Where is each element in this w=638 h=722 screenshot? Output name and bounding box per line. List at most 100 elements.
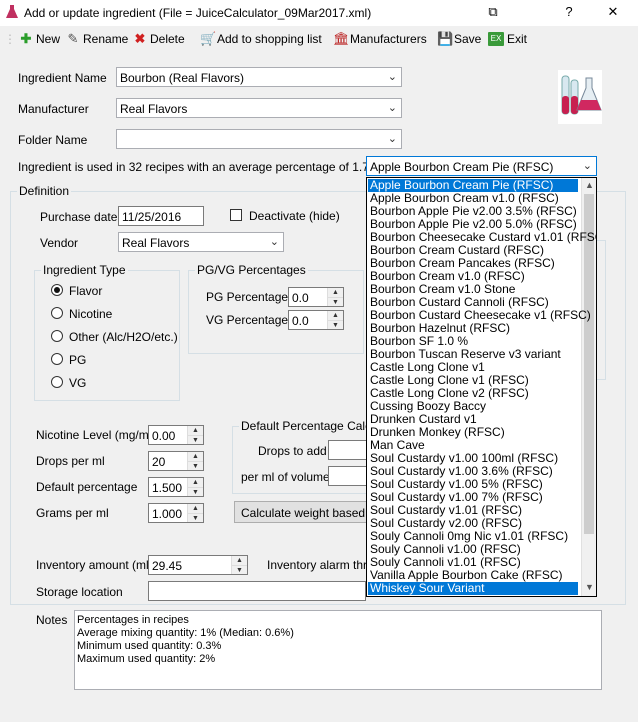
notes-label: Notes — [36, 613, 68, 627]
inventory-amount-label: Inventory amount (ml) — [36, 558, 153, 572]
dropdown-item[interactable]: Whiskey Sour Variant — [368, 582, 578, 595]
definition-title: Definition — [17, 184, 72, 198]
drops-per-ml-label: Drops per ml — [36, 454, 105, 468]
ingredient-name-combo[interactable]: Bourbon (Real Flavors) ⌄ — [116, 67, 402, 87]
spin-up-icon[interactable]: ▲ — [188, 504, 203, 513]
vg-percentage-spinner[interactable]: 0.0 ▲ ▼ — [288, 310, 344, 330]
spin-down-icon[interactable]: ▼ — [328, 320, 343, 330]
spin-up-icon[interactable]: ▲ — [232, 556, 247, 565]
spin-down-icon[interactable]: ▼ — [328, 297, 343, 307]
spin-up-icon[interactable]: ▲ — [328, 311, 343, 320]
default-percentage-spinner[interactable]: 1.500 ▲ ▼ — [148, 477, 204, 497]
chevron-down-icon: ⌄ — [269, 236, 279, 248]
usage-summary: Ingredient is used in 32 recipes with an… — [18, 160, 390, 174]
notes-line: Average mixing quantity: 1% (Median: 0.6… — [77, 627, 294, 639]
folder-name-label: Folder Name — [18, 133, 88, 147]
deactivate-checkbox[interactable] — [230, 209, 242, 221]
notes-line: Maximum used quantity: 2% — [77, 653, 216, 665]
help-button[interactable]: ? — [558, 3, 580, 21]
pgvg-title: PG/VG Percentages — [195, 263, 308, 277]
save-button[interactable]: 💾 Save — [437, 30, 481, 48]
delete-x-icon: ✖ — [134, 31, 146, 46]
radio-vg-label: VG — [69, 376, 87, 390]
spin-down-icon[interactable]: ▼ — [188, 461, 203, 471]
inventory-amount-spinner[interactable]: 29.45 ▲ ▼ — [148, 555, 248, 575]
chevron-down-icon: ⌄ — [387, 71, 397, 83]
radio-nicotine[interactable] — [51, 307, 63, 319]
folder-name-combo[interactable]: ⌄ — [116, 129, 402, 149]
shopping-cart-icon: 🛒 — [200, 31, 217, 46]
radio-other[interactable] — [51, 330, 63, 342]
storage-location-field[interactable] — [148, 581, 366, 601]
notes-textarea[interactable]: Percentages in recipes Average mixing qu… — [74, 610, 602, 690]
storage-location-label: Storage location — [36, 585, 123, 599]
pg-percentage-spinner[interactable]: 0.0 ▲ ▼ — [288, 287, 344, 307]
recipes-combo[interactable]: Apple Bourbon Cream Pie (RFSC) ⌄ — [366, 156, 597, 176]
spin-up-icon[interactable]: ▲ — [188, 426, 203, 435]
spin-up-icon[interactable]: ▲ — [188, 478, 203, 487]
purchase-date-field[interactable]: 11/25/2016 — [118, 206, 204, 226]
manufacturer-combo[interactable]: Real Flavors ⌄ — [116, 98, 402, 118]
delete-label: Delete — [150, 32, 185, 46]
notes-line: Percentages in recipes — [77, 614, 189, 626]
recipes-dropdown-list[interactable]: ▲ ▼ Apple Bourbon Cream Pie (RFSC) Apple … — [366, 177, 597, 597]
default-percentage-label: Default percentage — [36, 480, 138, 494]
grams-per-ml-value: 1.000 — [152, 507, 183, 521]
ingredient-name-value: Bourbon (Real Flavors) — [120, 71, 245, 85]
manufacturers-button[interactable]: 🏛 Manufacturers — [333, 30, 427, 48]
ingredient-name-label: Ingredient Name — [18, 71, 107, 85]
grams-per-ml-spinner[interactable]: 1.000 ▲ ▼ — [148, 503, 204, 523]
pg-percentage-label: PG Percentage — [206, 290, 289, 304]
deactivate-label: Deactivate (hide) — [249, 209, 340, 223]
vendor-combo[interactable]: Real Flavors ⌄ — [118, 232, 284, 252]
spin-down-icon[interactable]: ▼ — [188, 487, 203, 497]
default-calc-title: Default Percentage Calcul — [239, 419, 383, 433]
scroll-down-icon[interactable]: ▼ — [585, 582, 594, 592]
pg-percentage-value: 0.0 — [292, 291, 309, 305]
spin-down-icon[interactable]: ▼ — [188, 435, 203, 445]
building-icon: 🏛 — [333, 31, 350, 46]
manufacturer-label: Manufacturer — [18, 102, 89, 116]
per-ml-label: per ml of volume — [241, 470, 330, 484]
manufacturers-label: Manufacturers — [350, 32, 427, 46]
scroll-thumb[interactable] — [584, 194, 594, 534]
nicotine-level-spinner[interactable]: 0.00 ▲ ▼ — [148, 425, 204, 445]
calculate-weight-button[interactable]: Calculate weight based on — [234, 501, 382, 523]
default-percentage-value: 1.500 — [152, 481, 183, 495]
rename-label: Rename — [83, 32, 129, 46]
radio-vg[interactable] — [51, 376, 63, 388]
new-button[interactable]: ⋮ ✚ New — [4, 30, 60, 48]
purchase-date-value: 11/25/2016 — [122, 210, 182, 224]
drops-to-add-label: Drops to add — [258, 444, 327, 458]
radio-other-label: Other (Alc/H2O/etc.) — [69, 330, 178, 344]
spin-up-icon[interactable]: ▲ — [188, 452, 203, 461]
app-flask-icon — [6, 5, 18, 18]
title-bar: Add or update ingredient (File = JuiceCa… — [0, 0, 638, 27]
radio-nicotine-label: Nicotine — [69, 307, 113, 321]
add-to-shopping-list-button[interactable]: 🛒 Add to shopping list — [200, 30, 322, 48]
chevron-down-icon: ⌄ — [387, 133, 397, 145]
drops-per-ml-spinner[interactable]: 20 ▲ ▼ — [148, 451, 204, 471]
spin-up-icon[interactable]: ▲ — [328, 288, 343, 297]
ingredient-type-title: Ingredient Type — [41, 263, 128, 277]
new-label: New — [36, 32, 61, 46]
toolbar: ⋮ ✚ New ✎ Rename ✖ Delete 🛒 Add to shopp… — [0, 26, 638, 52]
rename-button[interactable]: ✎ Rename — [66, 30, 129, 48]
radio-pg-label: PG — [69, 353, 87, 367]
radio-flavor[interactable] — [51, 284, 63, 296]
close-button[interactable]: ✕ — [602, 3, 624, 21]
scroll-up-icon[interactable]: ▲ — [585, 180, 594, 190]
window-title: Add or update ingredient (File = JuiceCa… — [24, 6, 372, 20]
radio-flavor-label: Flavor — [69, 284, 103, 298]
spin-down-icon[interactable]: ▼ — [232, 565, 247, 575]
delete-button[interactable]: ✖ Delete — [133, 30, 185, 48]
exit-label: Exit — [507, 32, 528, 46]
spin-down-icon[interactable]: ▼ — [188, 513, 203, 523]
save-label: Save — [454, 32, 482, 46]
exit-icon: EX — [488, 32, 504, 46]
exit-button[interactable]: EX Exit — [488, 30, 527, 48]
radio-pg[interactable] — [51, 353, 63, 365]
nicotine-level-label: Nicotine Level (mg/ml) — [36, 428, 156, 442]
vendor-label: Vendor — [40, 236, 79, 250]
restore-icon[interactable]: ⧉ — [482, 3, 504, 21]
